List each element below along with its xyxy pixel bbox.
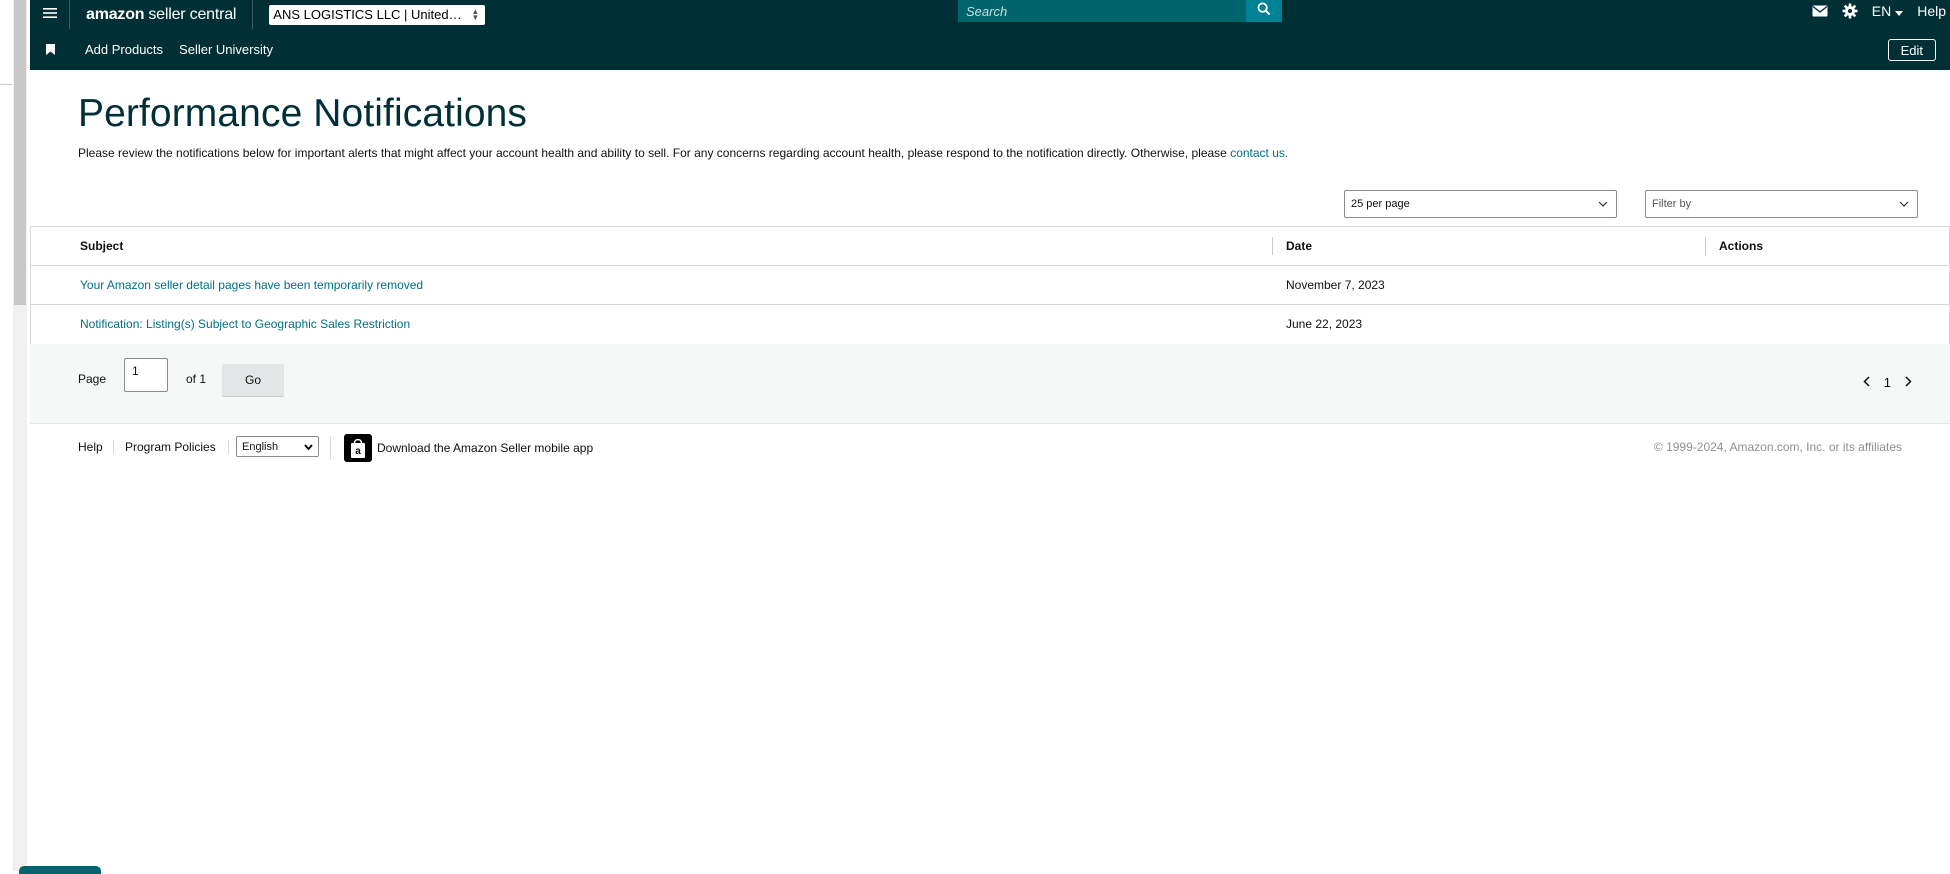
go-button[interactable]: Go (222, 364, 284, 396)
logo-bold: amazon (86, 5, 145, 23)
chevron-down-icon (1598, 198, 1608, 210)
chevron-right-icon[interactable] (1905, 374, 1912, 390)
column-divider (1272, 237, 1273, 255)
chevron-down-icon (1899, 198, 1909, 210)
filter-select[interactable]: Filter by (1645, 190, 1918, 218)
caret-down-icon (304, 441, 313, 453)
app: amazon seller central ANS LOGISTICS LLC … (30, 0, 1950, 871)
table-row: Your Amazon seller detail pages have bee… (31, 266, 1949, 305)
notification-date: November 7, 2023 (1286, 278, 1385, 292)
logo-text: seller central (148, 5, 237, 23)
page-nav: 1 (1849, 374, 1912, 390)
footer-language-value: English (242, 440, 279, 453)
per-page-value: 25 per page (1351, 198, 1410, 210)
divider (0, 84, 12, 85)
divider (330, 436, 331, 460)
download-app-link[interactable]: Download the Amazon Seller mobile app (377, 441, 593, 455)
gear-icon[interactable] (1842, 3, 1858, 19)
svg-text:a: a (355, 446, 361, 457)
bookmark-bar: Add Products Seller University Edit (30, 29, 1950, 70)
page-number-input[interactable]: 1 (124, 358, 168, 392)
footer-policies-link[interactable]: Program Policies (125, 440, 229, 454)
page-total: of 1 (186, 372, 207, 386)
table-header-row: Subject Date Actions (31, 227, 1949, 266)
column-divider (1705, 237, 1706, 255)
caret-down-icon (1895, 3, 1904, 19)
footer-language-select[interactable]: English (236, 436, 319, 457)
column-header-date[interactable]: Date (1286, 227, 1312, 265)
top-right-tools: EN Help (1812, 0, 1950, 22)
top-nav: amazon seller central ANS LOGISTICS LLC … (30, 0, 1950, 29)
language-selector[interactable]: EN (1871, 3, 1904, 19)
footer: Help Program Policies English a Download… (30, 424, 1950, 474)
browser-left-gutter (0, 0, 30, 871)
notification-subject-link[interactable]: Notification: Listing(s) Subject to Geog… (80, 317, 410, 331)
pagination: Page 1 of 1 Go 1 (30, 344, 1950, 424)
edit-button[interactable]: Edit (1887, 39, 1936, 61)
footer-help-link[interactable]: Help (78, 440, 114, 454)
notification-subject-link[interactable]: Your Amazon seller detail pages have bee… (80, 278, 423, 292)
page-description: Please review the notifications below fo… (78, 146, 1288, 160)
chevron-left-icon[interactable] (1863, 374, 1870, 390)
bookmark-icon[interactable] (46, 44, 58, 55)
contact-us-link[interactable]: contact us. (1230, 146, 1288, 160)
description-text: Please review the notifications below fo… (78, 146, 1231, 160)
nav-link-seller-university[interactable]: Seller University (179, 42, 273, 57)
column-header-subject[interactable]: Subject (80, 227, 123, 265)
search-placeholder: Search (966, 3, 1008, 19)
nav-link-add-products[interactable]: Add Products (85, 42, 163, 57)
filter-placeholder: Filter by (1652, 198, 1692, 210)
updown-arrow-icon: ▲ ▼ (471, 6, 480, 22)
search-input[interactable]: Search (958, 0, 1246, 22)
search-icon (1257, 2, 1271, 21)
copyright: © 1999-2024, Amazon.com, Inc. or its aff… (1653, 440, 1902, 454)
scrollbar-thumb[interactable] (14, 0, 26, 305)
hamburger-icon (42, 6, 57, 24)
page-nav-number[interactable]: 1 (1884, 375, 1891, 390)
column-header-actions: Actions (1719, 239, 1764, 253)
page-title: Performance Notifications (78, 92, 528, 135)
table-row: Notification: Listing(s) Subject to Geog… (31, 305, 1949, 344)
help-link[interactable]: Help (1917, 3, 1946, 19)
mail-icon[interactable] (1812, 5, 1828, 17)
language-code: EN (1871, 3, 1892, 19)
per-page-select[interactable]: 25 per page (1344, 190, 1617, 218)
account-name: ANS LOGISTICS LLC | United… (273, 7, 462, 22)
search-button[interactable] (1246, 0, 1282, 22)
seller-central-logo[interactable]: amazon seller central (86, 0, 254, 29)
amazon-app-icon[interactable]: a (344, 434, 372, 462)
page-label: Page (78, 372, 107, 386)
bottom-tab-edge[interactable] (19, 866, 101, 874)
account-switcher[interactable]: ANS LOGISTICS LLC | United… ▲ ▼ (269, 4, 486, 25)
menu-button[interactable] (30, 0, 70, 29)
notifications-table: Subject Date Actions Your Amazon seller … (30, 226, 1950, 345)
notification-date: June 22, 2023 (1286, 317, 1363, 331)
